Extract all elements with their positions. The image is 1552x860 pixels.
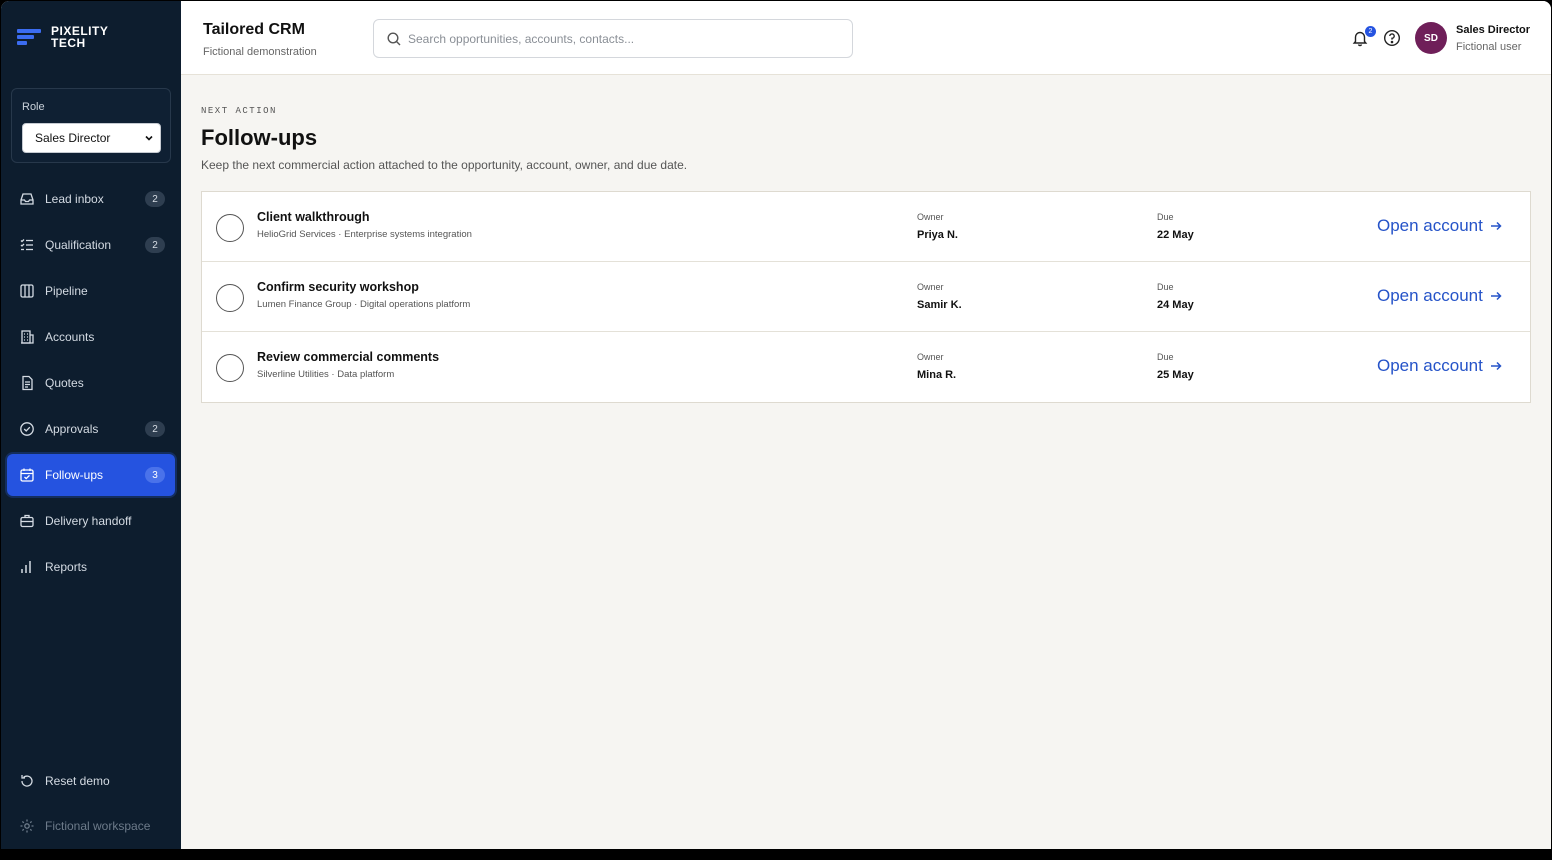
help-icon[interactable] bbox=[1383, 29, 1401, 47]
sidebar-item-label: Lead inbox bbox=[45, 192, 104, 206]
sidebar-item-reports[interactable]: Reports bbox=[7, 546, 175, 588]
count-badge: 2 bbox=[145, 421, 165, 437]
open-account-link[interactable]: Open account bbox=[1377, 216, 1503, 236]
search-box bbox=[373, 19, 853, 58]
due-value: 24 May bbox=[1157, 299, 1194, 311]
count-badge: 2 bbox=[145, 191, 165, 207]
open-account-link[interactable]: Open account bbox=[1377, 356, 1503, 376]
due-label: Due bbox=[1157, 282, 1174, 292]
top-header: Tailored CRM Fictional demonstration 2 S… bbox=[181, 1, 1551, 75]
follow-up-title: Review commercial comments bbox=[257, 350, 440, 364]
app-title: Tailored CRM bbox=[203, 21, 305, 38]
follow-up-title: Confirm security workshop bbox=[257, 280, 419, 294]
role-select[interactable]: Sales Director bbox=[22, 123, 161, 153]
sidebar-item-approvals[interactable]: Approvals 2 bbox=[7, 408, 175, 450]
inbox-icon bbox=[20, 193, 34, 205]
role-label: Role bbox=[22, 101, 45, 113]
open-account-link[interactable]: Open account bbox=[1377, 286, 1503, 306]
page-description: Keep the next commercial action attached… bbox=[201, 158, 688, 172]
calendar-check-icon bbox=[20, 468, 34, 482]
sidebar-item-pipeline[interactable]: Pipeline bbox=[7, 270, 175, 312]
sidebar-item-follow-ups[interactable]: Follow-ups 3 bbox=[7, 454, 175, 496]
checklist-icon bbox=[20, 239, 33, 251]
arrow-right-icon bbox=[1490, 221, 1502, 231]
sidebar-item-label: Follow-ups bbox=[45, 468, 104, 482]
sidebar-nav: Lead inbox 2 Qualification 2 Pipeline Ac… bbox=[7, 178, 175, 592]
user-name: Sales Director bbox=[1456, 24, 1530, 36]
logo-icon bbox=[17, 26, 41, 48]
follow-up-title: Client walkthrough bbox=[257, 210, 370, 224]
complete-checkbox[interactable] bbox=[216, 214, 244, 242]
due-label: Due bbox=[1157, 352, 1174, 362]
follow-up-account: Lumen Finance Group · Digital operations… bbox=[257, 299, 471, 310]
bar-chart-icon bbox=[21, 561, 31, 573]
document-icon bbox=[22, 375, 33, 391]
search-input[interactable] bbox=[408, 20, 838, 57]
follow-up-account: Silverline Utilities · Data platform bbox=[257, 369, 395, 380]
sidebar-item-delivery-handoff[interactable]: Delivery handoff bbox=[7, 500, 175, 542]
briefcase-icon bbox=[20, 514, 34, 528]
search-icon bbox=[387, 32, 401, 46]
avatar[interactable]: SD bbox=[1415, 22, 1447, 54]
sidebar-item-label: Pipeline bbox=[45, 284, 88, 298]
sidebar-item-label: Quotes bbox=[45, 376, 84, 390]
sidebar-item-label: Delivery handoff bbox=[45, 514, 132, 528]
arrow-right-icon bbox=[1490, 291, 1502, 301]
role-selected-value: Sales Director bbox=[35, 131, 111, 145]
follow-up-account: HelioGrid Services · Enterprise systems … bbox=[257, 229, 472, 240]
list-item: Confirm security workshop Lumen Finance … bbox=[202, 262, 1530, 332]
check-circle-icon bbox=[20, 422, 34, 436]
page-title: Follow-ups bbox=[201, 125, 318, 150]
due-value: 22 May bbox=[1157, 229, 1194, 241]
reset-icon bbox=[21, 775, 33, 787]
owner-label: Owner bbox=[917, 282, 944, 292]
sidebar: PIXELITY TECH Role Sales Director Lead i… bbox=[1, 1, 181, 849]
list-item: Review commercial comments Silverline Ut… bbox=[202, 332, 1530, 402]
complete-checkbox[interactable] bbox=[216, 284, 244, 312]
chevron-down-icon bbox=[145, 135, 153, 141]
sidebar-item-lead-inbox[interactable]: Lead inbox 2 bbox=[7, 178, 175, 220]
columns-icon bbox=[20, 284, 34, 298]
owner-label: Owner bbox=[917, 212, 944, 222]
sidebar-item-label: Reports bbox=[45, 560, 88, 574]
sidebar-item-qualification[interactable]: Qualification 2 bbox=[7, 224, 175, 266]
follow-up-list: Client walkthrough HelioGrid Services · … bbox=[201, 191, 1531, 403]
arrow-right-icon bbox=[1490, 361, 1502, 371]
building-icon bbox=[21, 330, 34, 344]
notification-badge: 2 bbox=[1365, 26, 1376, 37]
owner-label: Owner bbox=[917, 352, 944, 362]
app-subtitle: Fictional demonstration bbox=[203, 46, 317, 58]
sidebar-item-label: Qualification bbox=[45, 238, 112, 252]
owner-value: Mina R. bbox=[917, 369, 957, 381]
user-subtitle: Fictional user bbox=[1456, 41, 1522, 53]
section-eyebrow: NEXT ACTION bbox=[201, 106, 277, 116]
workspace-settings[interactable]: Fictional workspace bbox=[19, 818, 150, 834]
reset-demo-button[interactable]: Reset demo bbox=[19, 773, 110, 789]
brand-logo[interactable]: PIXELITY TECH bbox=[17, 25, 108, 49]
sidebar-item-label: Approvals bbox=[45, 422, 99, 436]
owner-value: Samir K. bbox=[917, 299, 962, 311]
count-badge: 2 bbox=[145, 237, 165, 253]
gear-icon bbox=[20, 819, 34, 833]
app-window: PIXELITY TECH Role Sales Director Lead i… bbox=[1, 1, 1551, 849]
count-badge: 3 bbox=[145, 467, 165, 483]
sidebar-item-label: Accounts bbox=[45, 330, 95, 344]
due-value: 25 May bbox=[1157, 369, 1194, 381]
list-item: Client walkthrough HelioGrid Services · … bbox=[202, 192, 1530, 262]
due-label: Due bbox=[1157, 212, 1174, 222]
sidebar-item-accounts[interactable]: Accounts bbox=[7, 316, 175, 358]
role-selector: Role Sales Director bbox=[11, 88, 171, 163]
owner-value: Priya N. bbox=[917, 229, 958, 241]
complete-checkbox[interactable] bbox=[216, 354, 244, 382]
brand-name: PIXELITY TECH bbox=[51, 24, 109, 50]
sidebar-item-quotes[interactable]: Quotes bbox=[7, 362, 175, 404]
